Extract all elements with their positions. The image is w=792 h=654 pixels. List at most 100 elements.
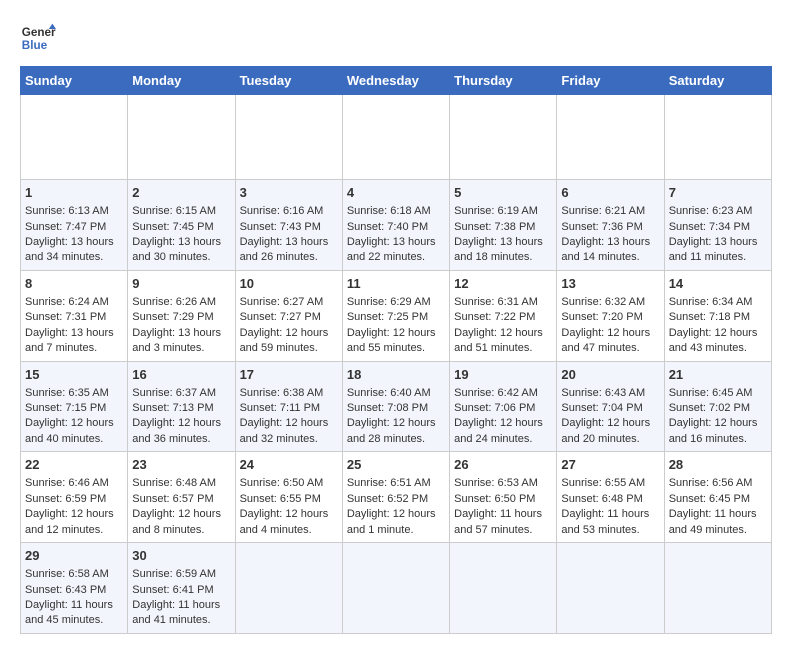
calendar-cell: 21Sunrise: 6:45 AMSunset: 7:02 PMDayligh… [664,361,771,452]
calendar-cell: 23Sunrise: 6:48 AMSunset: 6:57 PMDayligh… [128,452,235,543]
day-number: 9 [132,275,230,293]
daylight-text: Daylight: 13 hours and 11 minutes. [669,236,758,263]
day-number: 3 [240,184,338,202]
sunrise-text: Sunrise: 6:53 AM [454,477,538,489]
daylight-text: Daylight: 13 hours and 34 minutes. [25,236,114,263]
sunset-text: Sunset: 7:20 PM [561,311,642,323]
calendar-cell: 14Sunrise: 6:34 AMSunset: 7:18 PMDayligh… [664,270,771,361]
daylight-text: Daylight: 12 hours and 55 minutes. [347,327,436,354]
sunset-text: Sunset: 7:11 PM [240,402,321,414]
calendar-cell [557,543,664,634]
sunrise-text: Sunrise: 6:32 AM [561,296,645,308]
day-number: 24 [240,456,338,474]
calendar-cell: 9Sunrise: 6:26 AMSunset: 7:29 PMDaylight… [128,270,235,361]
day-number: 21 [669,366,767,384]
daylight-text: Daylight: 13 hours and 26 minutes. [240,236,329,263]
calendar-cell: 3Sunrise: 6:16 AMSunset: 7:43 PMDaylight… [235,180,342,271]
daylight-text: Daylight: 12 hours and 28 minutes. [347,417,436,444]
sunrise-text: Sunrise: 6:50 AM [240,477,324,489]
calendar-cell [557,95,664,180]
calendar-cell [235,95,342,180]
sunrise-text: Sunrise: 6:37 AM [132,387,216,399]
daylight-text: Daylight: 12 hours and 32 minutes. [240,417,329,444]
calendar-table: SundayMondayTuesdayWednesdayThursdayFrid… [20,66,772,634]
header-wednesday: Wednesday [342,67,449,95]
calendar-cell: 25Sunrise: 6:51 AMSunset: 6:52 PMDayligh… [342,452,449,543]
page-header: General Blue [20,20,772,56]
sunrise-text: Sunrise: 6:58 AM [25,568,109,580]
day-number: 5 [454,184,552,202]
sunset-text: Sunset: 7:18 PM [669,311,750,323]
sunrise-text: Sunrise: 6:24 AM [25,296,109,308]
day-number: 16 [132,366,230,384]
sunset-text: Sunset: 7:08 PM [347,402,428,414]
sunset-text: Sunset: 6:50 PM [454,493,535,505]
day-number: 25 [347,456,445,474]
daylight-text: Daylight: 12 hours and 8 minutes. [132,508,221,535]
calendar-week-row: 15Sunrise: 6:35 AMSunset: 7:15 PMDayligh… [21,361,772,452]
sunrise-text: Sunrise: 6:45 AM [669,387,753,399]
header-sunday: Sunday [21,67,128,95]
daylight-text: Daylight: 12 hours and 40 minutes. [25,417,114,444]
calendar-cell: 6Sunrise: 6:21 AMSunset: 7:36 PMDaylight… [557,180,664,271]
sunrise-text: Sunrise: 6:38 AM [240,387,324,399]
calendar-week-row: 22Sunrise: 6:46 AMSunset: 6:59 PMDayligh… [21,452,772,543]
calendar-cell [235,543,342,634]
day-number: 7 [669,184,767,202]
day-number: 14 [669,275,767,293]
header-thursday: Thursday [450,67,557,95]
daylight-text: Daylight: 11 hours and 41 minutes. [132,599,220,626]
daylight-text: Daylight: 12 hours and 12 minutes. [25,508,114,535]
calendar-cell [664,95,771,180]
daylight-text: Daylight: 12 hours and 1 minute. [347,508,436,535]
day-number: 12 [454,275,552,293]
sunrise-text: Sunrise: 6:15 AM [132,205,216,217]
sunset-text: Sunset: 7:31 PM [25,311,106,323]
sunrise-text: Sunrise: 6:42 AM [454,387,538,399]
sunset-text: Sunset: 7:43 PM [240,221,321,233]
sunrise-text: Sunrise: 6:26 AM [132,296,216,308]
day-number: 22 [25,456,123,474]
sunset-text: Sunset: 7:45 PM [132,221,213,233]
calendar-cell: 11Sunrise: 6:29 AMSunset: 7:25 PMDayligh… [342,270,449,361]
sunrise-text: Sunrise: 6:31 AM [454,296,538,308]
daylight-text: Daylight: 12 hours and 43 minutes. [669,327,758,354]
sunset-text: Sunset: 7:29 PM [132,311,213,323]
sunset-text: Sunset: 7:47 PM [25,221,106,233]
sunset-text: Sunset: 7:25 PM [347,311,428,323]
header-saturday: Saturday [664,67,771,95]
sunset-text: Sunset: 7:02 PM [669,402,750,414]
sunset-text: Sunset: 6:45 PM [669,493,750,505]
sunrise-text: Sunrise: 6:56 AM [669,477,753,489]
calendar-cell: 17Sunrise: 6:38 AMSunset: 7:11 PMDayligh… [235,361,342,452]
day-number: 4 [347,184,445,202]
header-friday: Friday [557,67,664,95]
sunset-text: Sunset: 7:13 PM [132,402,213,414]
daylight-text: Daylight: 12 hours and 20 minutes. [561,417,650,444]
daylight-text: Daylight: 12 hours and 24 minutes. [454,417,543,444]
day-number: 27 [561,456,659,474]
sunset-text: Sunset: 6:52 PM [347,493,428,505]
calendar-cell: 22Sunrise: 6:46 AMSunset: 6:59 PMDayligh… [21,452,128,543]
daylight-text: Daylight: 12 hours and 47 minutes. [561,327,650,354]
daylight-text: Daylight: 11 hours and 49 minutes. [669,508,757,535]
daylight-text: Daylight: 11 hours and 53 minutes. [561,508,649,535]
calendar-cell: 5Sunrise: 6:19 AMSunset: 7:38 PMDaylight… [450,180,557,271]
day-number: 10 [240,275,338,293]
day-number: 30 [132,547,230,565]
sunrise-text: Sunrise: 6:46 AM [25,477,109,489]
sunset-text: Sunset: 7:34 PM [669,221,750,233]
sunset-text: Sunset: 7:38 PM [454,221,535,233]
calendar-cell [342,95,449,180]
daylight-text: Daylight: 12 hours and 4 minutes. [240,508,329,535]
calendar-week-row [21,95,772,180]
sunrise-text: Sunrise: 6:55 AM [561,477,645,489]
calendar-cell: 13Sunrise: 6:32 AMSunset: 7:20 PMDayligh… [557,270,664,361]
sunrise-text: Sunrise: 6:48 AM [132,477,216,489]
calendar-cell: 7Sunrise: 6:23 AMSunset: 7:34 PMDaylight… [664,180,771,271]
sunset-text: Sunset: 6:55 PM [240,493,321,505]
calendar-cell: 19Sunrise: 6:42 AMSunset: 7:06 PMDayligh… [450,361,557,452]
day-number: 29 [25,547,123,565]
sunset-text: Sunset: 6:48 PM [561,493,642,505]
svg-text:Blue: Blue [22,39,48,52]
